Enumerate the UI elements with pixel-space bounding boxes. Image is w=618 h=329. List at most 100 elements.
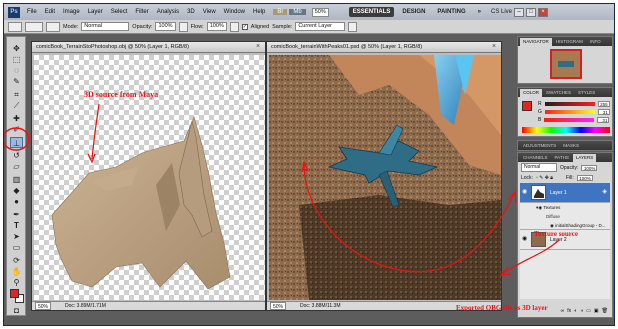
lasso-tool-icon[interactable]: ◌ — [10, 65, 23, 76]
tool-preset-picker[interactable] — [8, 21, 22, 32]
new-layer-icon[interactable]: ▣ — [594, 308, 599, 316]
gradient-tool-icon[interactable]: ▥ — [10, 174, 23, 185]
maximize-button[interactable]: □ — [526, 7, 537, 17]
hand-tool-icon[interactable]: ✋ — [10, 266, 23, 277]
visibility-eye-icon[interactable]: ◉ — [522, 236, 529, 243]
tab-color[interactable]: COLOR — [520, 89, 543, 97]
menu-filter[interactable]: Filter — [131, 9, 152, 15]
flow-field[interactable]: 100% — [206, 22, 227, 31]
menu-file[interactable]: File — [23, 9, 41, 15]
color-spectrum-bar[interactable] — [522, 127, 610, 133]
sample-select[interactable]: Current Layer — [295, 22, 346, 31]
tab-masks[interactable]: MASKS — [560, 142, 582, 150]
add-mask-icon[interactable]: ◐ — [574, 308, 577, 316]
tab-info[interactable]: INFO — [587, 38, 604, 46]
crop-tool-icon[interactable]: ⌗ — [10, 89, 23, 100]
close-document-left-icon[interactable]: × — [254, 43, 262, 51]
lock-icons[interactable]: ▫ ✎ ✥ 🔒︎ — [536, 175, 553, 181]
menu-help[interactable]: Help — [249, 9, 269, 15]
zoom-field-left[interactable]: 50% — [35, 302, 52, 310]
healing-brush-tool-icon[interactable]: ✚ — [10, 113, 23, 124]
aligned-checkbox[interactable]: ✓ — [241, 23, 248, 30]
mode-select[interactable]: Normal — [81, 22, 130, 31]
minimize-button[interactable]: – — [514, 7, 525, 17]
quick-mask-icon[interactable]: ◘ — [10, 305, 23, 316]
menu-view[interactable]: View — [199, 9, 220, 15]
type-tool-icon[interactable]: T — [10, 220, 23, 231]
layer-sub-item[interactable]: ▾◉ Textures — [520, 203, 610, 212]
close-document-right-icon[interactable]: × — [490, 43, 498, 51]
link-layers-icon[interactable]: ∞ — [561, 308, 565, 316]
blue-value-field[interactable]: 31 — [597, 117, 610, 123]
workspace-more-button[interactable]: » — [474, 7, 485, 17]
layer-opacity-field[interactable]: 100% — [581, 164, 598, 171]
pen-tool-icon[interactable]: ✒ — [10, 209, 23, 220]
fill-field[interactable]: 100% — [576, 175, 593, 181]
green-slider[interactable] — [544, 110, 595, 114]
green-value-field[interactable]: 31 — [597, 109, 610, 115]
move-tool-icon[interactable]: ✥ — [10, 43, 23, 54]
bridge-icon[interactable]: Br — [273, 9, 288, 15]
close-button[interactable]: × — [538, 7, 549, 17]
menu-select[interactable]: Select — [107, 9, 132, 15]
color-fg-swatch[interactable] — [522, 101, 532, 111]
navigator-preview[interactable] — [550, 49, 582, 79]
tab-styles[interactable]: STYLES — [575, 89, 598, 97]
cs-live-button[interactable]: CS Live — [491, 9, 512, 15]
zoom-field-right[interactable]: 50% — [270, 302, 287, 310]
blur-tool-icon[interactable]: ◆ — [10, 185, 23, 196]
canvas-right[interactable] — [269, 55, 501, 300]
tab-navigator[interactable]: NAVIGATOR — [520, 38, 552, 46]
opacity-field[interactable]: 100% — [155, 22, 176, 31]
zoom-level-field[interactable]: 50% — [311, 7, 329, 17]
tab-histogram[interactable]: HISTOGRAM — [553, 38, 586, 46]
blend-mode-select[interactable]: Normal — [521, 163, 557, 172]
eyedropper-tool-icon[interactable]: ⟋ — [10, 100, 23, 111]
tab-paths[interactable]: PATHS — [552, 154, 572, 162]
minibridge-icon[interactable]: Mb — [289, 9, 306, 15]
quick-selection-tool-icon[interactable]: ✎ — [10, 76, 23, 87]
clone-source-panel-toggle[interactable] — [46, 21, 60, 32]
red-slider[interactable] — [544, 102, 595, 106]
workspace-design-button[interactable]: DESIGN — [398, 7, 429, 17]
airbrush-toggle[interactable] — [229, 21, 239, 32]
history-brush-tool-icon[interactable]: ↺ — [10, 150, 23, 161]
menu-image[interactable]: Image — [59, 9, 84, 15]
foreground-color-swatch[interactable] — [10, 289, 19, 298]
adjustment-layer-icon[interactable]: ◑ — [580, 308, 583, 316]
ignore-adjustment-layers-toggle[interactable] — [348, 21, 358, 32]
menu-layer[interactable]: Layer — [84, 9, 107, 15]
menu-window[interactable]: Window — [220, 9, 249, 15]
brush-preset-picker[interactable] — [25, 21, 43, 32]
delete-layer-icon[interactable]: 🗑︎ — [602, 308, 608, 316]
eraser-tool-icon[interactable]: ▱ — [10, 161, 23, 172]
document-tab-left[interactable]: comicBook_TerrainStoPhotoshop.obj @ 50% … — [32, 42, 265, 53]
menu-3d[interactable]: 3D — [183, 9, 199, 15]
path-selection-tool-icon[interactable]: ➤ — [10, 231, 23, 242]
document-tab-right[interactable]: comicBook_terrainWithPeaks01.psd @ 50% (… — [267, 42, 501, 53]
tab-layers[interactable]: LAYERS — [572, 154, 597, 162]
tab-channels[interactable]: CHANNELS — [520, 154, 551, 162]
workspace-painting-button[interactable]: PAINTING — [433, 7, 469, 17]
3d-rotate-tool-icon[interactable]: ⟳ — [10, 255, 23, 266]
layer-style-icon[interactable]: fx — [567, 308, 571, 316]
workspace-essentials-button[interactable]: ESSENTIALS — [348, 7, 395, 17]
menu-edit[interactable]: Edit — [41, 9, 59, 15]
brush-tool-icon[interactable]: ✐ — [10, 124, 23, 135]
visibility-eye-icon[interactable]: ◉ — [522, 189, 529, 196]
zoom-tool-icon[interactable]: ⚲ — [10, 277, 23, 288]
opacity-pressure-toggle[interactable] — [178, 21, 188, 32]
shape-tool-icon[interactable]: ▭ — [10, 242, 23, 253]
layer-sub-item[interactable]: ◉ initialShadingGroup - D... — [520, 221, 610, 230]
tab-adjustments[interactable]: ADJUSTMENTS — [520, 142, 559, 150]
menu-analysis[interactable]: Analysis — [153, 9, 183, 15]
marquee-tool-icon[interactable]: ⬚ — [10, 54, 23, 65]
new-group-icon[interactable]: ▭ — [586, 308, 591, 316]
tab-swatches[interactable]: SWATCHES — [543, 89, 574, 97]
clone-stamp-tool-icon[interactable]: ⊥ — [10, 137, 23, 148]
red-value-field[interactable]: 255 — [597, 101, 610, 107]
layer-sub-item[interactable]: Diffuse — [520, 212, 610, 221]
layer-row-layer-1[interactable]: ◉ Layer 1 ◈ — [520, 183, 610, 203]
dodge-tool-icon[interactable]: ● — [10, 196, 23, 207]
blue-slider[interactable] — [544, 118, 595, 122]
